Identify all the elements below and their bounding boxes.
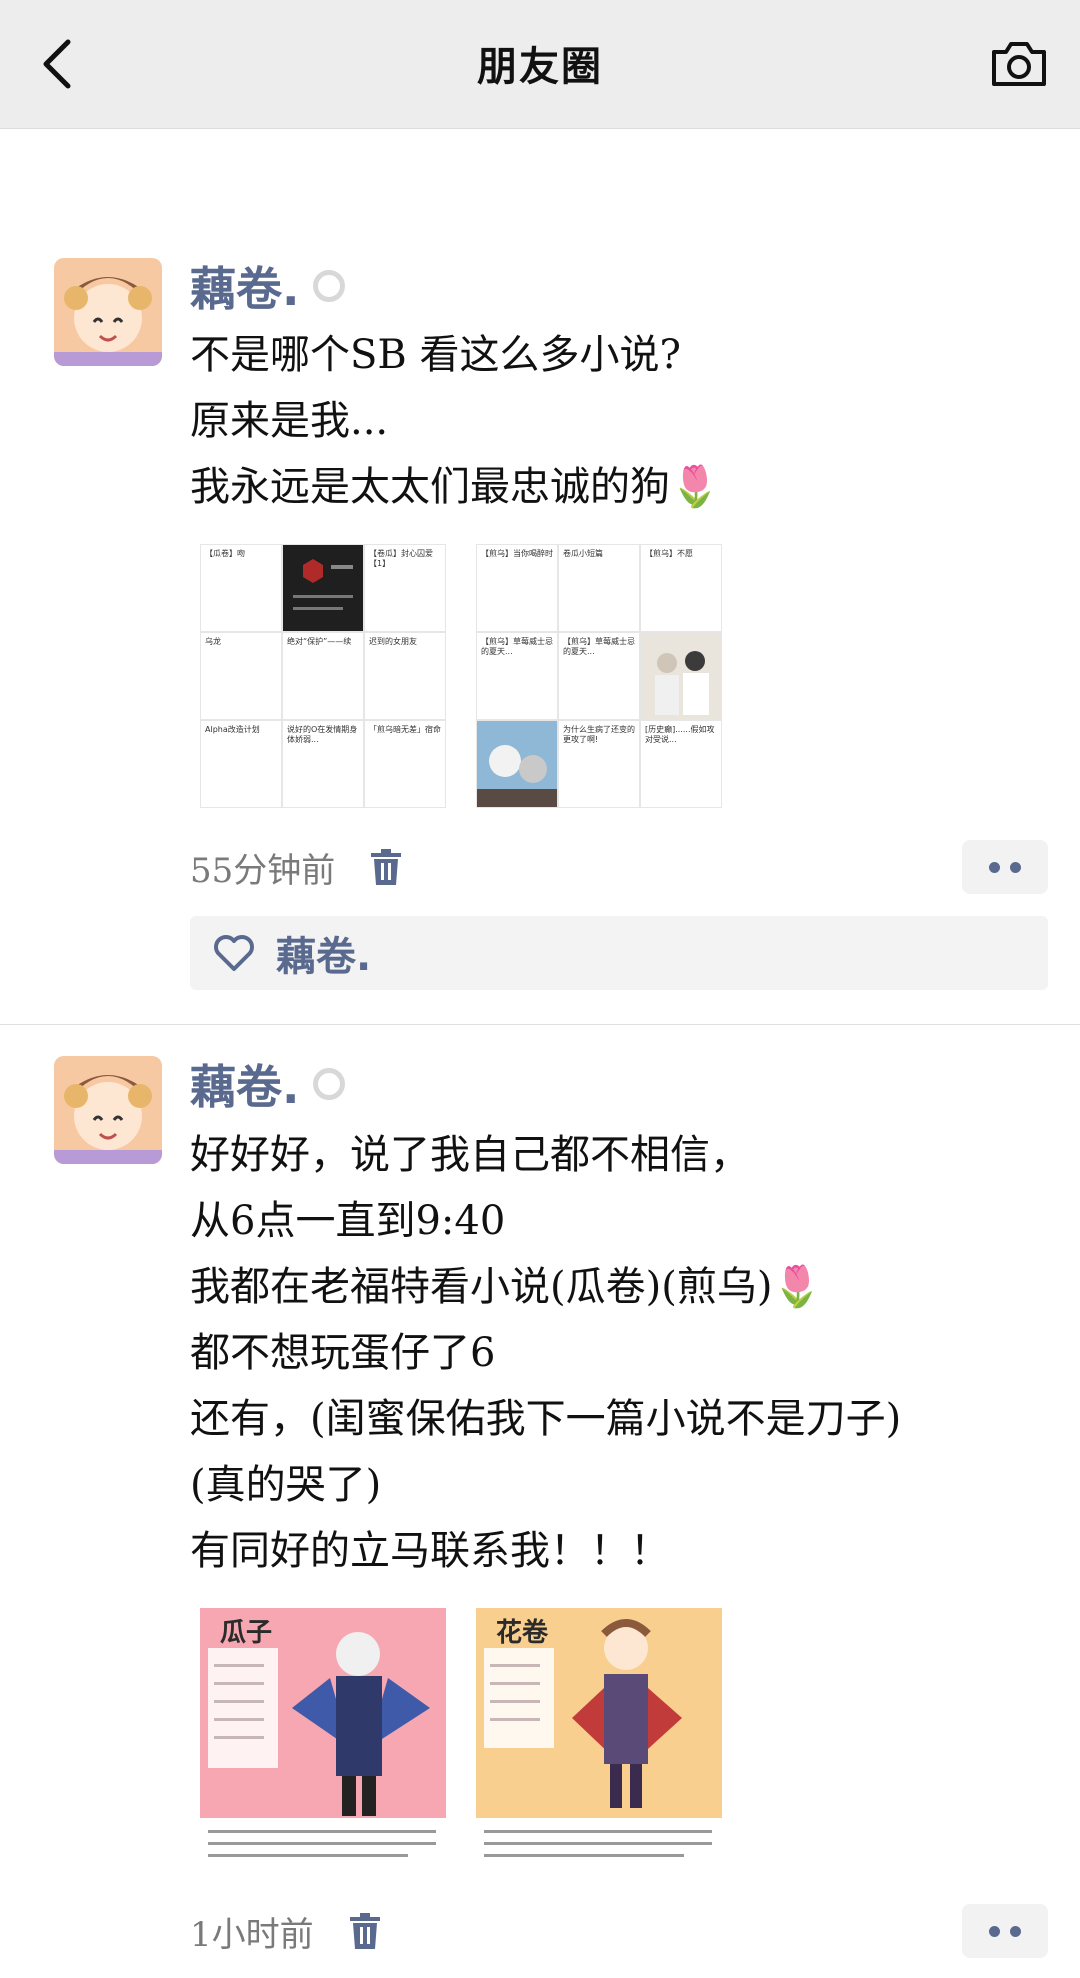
story-card: 【煎乌】草莓威士忌的夏天... [476,632,558,720]
post-meta: 1小时前 [190,1906,382,1956]
story-card [282,544,364,632]
likes-bar: 藕卷. [190,916,1048,990]
post-line: 从6点一直到9:40 [190,1198,506,1244]
story-card: 卷瓜小短篇 [558,544,640,632]
story-thumbnail [293,559,353,610]
post-text: 好好好，说了我自己都不相信， 从6点一直到9:40 我都在老福特看小说(瓜卷)(… [190,1122,1020,1584]
trash-icon[interactable] [348,1912,382,1950]
post-text: 不是哪个SB 看这么多小说? 原来是我... 我永远是太太们最忠诚的狗🌷 [190,322,1020,520]
post-time: 55分钟前 [190,850,336,891]
story-card-title: 【卷瓜】封心囚爱【1】 [369,549,433,568]
avatar[interactable] [54,1056,162,1164]
more-button[interactable] [962,1904,1048,1958]
post-line: 我都在老福特看小说(瓜卷)(煎乌)🌷 [190,1264,823,1310]
camera-icon[interactable] [988,36,1050,90]
story-card: 【卷瓜】封心囚爱【1】 [364,544,446,632]
card-title: 花卷 [496,1618,549,1648]
story-thumbnail [477,721,557,807]
story-card: 乌龙 [200,632,282,720]
post-line: (真的哭了) [190,1462,382,1508]
story-card: 为什么生病了还变的更攻了啊! [558,720,640,808]
page-title: 朋友圈 [477,44,603,90]
nickname[interactable]: 藕卷. [190,253,299,319]
story-card: Alpha改造计划 [200,720,282,808]
story-card: 【煎乌】草莓威士忌的夏天... [558,632,640,720]
story-card-title: 绝对“保护”——续 [287,637,352,646]
story-card-title: 说好的O在发情期身体娇弱... [287,725,358,744]
dot [1010,861,1021,873]
story-card: [历史癫]......假如攻对受说... [640,720,722,808]
post-line: 原来是我... [190,398,389,444]
story-card: 迟到的女朋友 [364,632,446,720]
post-image[interactable]: 【瓜卷】吻 【卷瓜】封心囚爱【1】 乌龙 绝对“保护”——续 迟到的女朋友 Al… [200,544,446,808]
story-card-title: 为什么生病了还变的更攻了啊! [563,725,635,744]
story-card-title: 【瓜卷】吻 [205,549,245,558]
story-card: 【瓜卷】吻 [200,544,282,632]
story-card-title: 迟到的女朋友 [369,637,417,646]
post-meta: 55分钟前 [190,842,403,892]
story-card-title: 乌龙 [205,637,221,646]
story-card-title: 【煎乌】当你喝醉时 [481,549,553,558]
story-card-title: 「煎乌暗无差」宿命 [369,725,441,734]
story-thumbnail [641,633,721,719]
post-line: 不是哪个SB 看这么多小说? [190,332,681,378]
post-line: 还有，(闺蜜保佑我下一篇小说不是刀子) [190,1396,902,1442]
liker-name[interactable]: 藕卷. [276,924,371,982]
top-navbar: 朋友圈 [0,0,1080,129]
dot [989,1925,1000,1937]
story-card: 说好的O在发情期身体娇弱... [282,720,364,808]
story-card-title: 卷瓜小短篇 [563,549,603,558]
post-image[interactable]: 花卷 [476,1608,722,1872]
story-card-title: Alpha改造计划 [205,725,260,734]
story-card: 绝对“保护”——续 [282,632,364,720]
post-time: 1小时前 [190,1914,314,1955]
nickname[interactable]: 藕卷. [190,1051,299,1117]
more-button[interactable] [962,840,1048,894]
story-card: 【煎乌】不愿 [640,544,722,632]
status-icon[interactable] [313,270,346,302]
story-card: 【煎乌】当你喝醉时 [476,544,558,632]
post-line: 都不想玩蛋仔了6 [190,1330,496,1376]
name-row: 藕卷. [190,253,346,319]
status-icon[interactable] [313,1068,346,1100]
avatar-image [54,1056,162,1164]
heart-icon [214,935,254,971]
story-card-title: [历史癫]......假如攻对受说... [645,725,715,744]
story-card [640,632,722,720]
story-card [476,720,558,808]
story-card-title: 【煎乌】草莓威士忌的夏天... [481,637,553,656]
name-row: 藕卷. [190,1051,346,1117]
dot [989,861,1000,873]
post-line: 我永远是太太们最忠诚的狗🌷 [190,464,720,510]
post-line: 好好好，说了我自己都不相信， [190,1132,750,1178]
avatar[interactable] [54,258,162,366]
divider [0,1024,1080,1025]
post-image[interactable]: 瓜子 [200,1608,446,1872]
story-card-title: 【煎乌】草莓威士忌的夏天... [563,637,635,656]
post-image[interactable]: 【煎乌】当你喝醉时 卷瓜小短篇 【煎乌】不愿 【煎乌】草莓威士忌的夏天... 【… [476,544,722,808]
avatar-image [54,258,162,366]
story-card-title: 【煎乌】不愿 [645,549,693,558]
dot [1010,1925,1021,1937]
card-title: 瓜子 [220,1618,273,1648]
post-line: 有同好的立马联系我！！！ [190,1528,670,1574]
trash-icon[interactable] [369,848,403,886]
story-card: 「煎乌暗无差」宿命 [364,720,446,808]
